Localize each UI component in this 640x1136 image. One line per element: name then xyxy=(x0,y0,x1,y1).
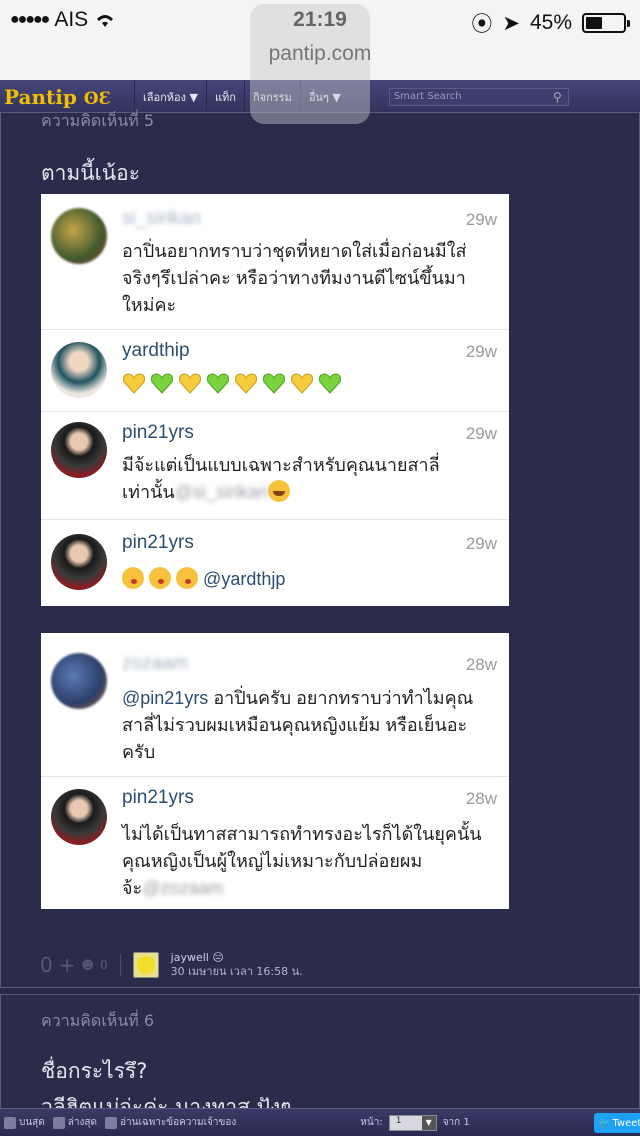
twitter-icon: 🐦 xyxy=(598,1117,611,1129)
vote-score: 0 xyxy=(40,953,53,977)
comment-label: ความคิดเห็นที่ 5 xyxy=(41,111,155,130)
comment-label: ความคิดเห็นที่ 6 xyxy=(41,1011,155,1030)
smile-icon: 😑 xyxy=(212,951,224,964)
pagination: หน้า: 1 จาก 1 xyxy=(360,1114,470,1131)
rotation-lock-icon: ⦿ xyxy=(471,13,493,36)
poster-name[interactable]: jaywell xyxy=(171,951,209,964)
page: ●●●●● AIS 21:19 ⦿ ➤ 45% pantip.com Panti… xyxy=(0,0,640,1136)
avatar xyxy=(51,342,107,398)
comment-text: ตามนี้เน้อะ xyxy=(41,161,141,185)
hearts-emoji xyxy=(122,372,342,394)
arrow-up-icon xyxy=(4,1116,16,1129)
nav-tags[interactable]: แท็ก xyxy=(205,79,244,114)
list-item: si_sirikan 29w อาปิ่นอยากทราบว่าชุดที่หย… xyxy=(41,194,509,330)
kiss-emoji xyxy=(176,567,199,589)
list-item: pin21yrs 28w ไม่ได้เป็นทาสสามารถทำทรงอะไ… xyxy=(41,777,509,909)
arrow-down-icon xyxy=(52,1116,65,1129)
search-icon[interactable]: ⚲ xyxy=(553,90,568,104)
timestamp: 30 เมษายน เวลา 16:58 น. xyxy=(170,965,303,978)
instagram-screenshot-1: si_sirikan 29w อาปิ่นอยากทราบว่าชุดที่หย… xyxy=(41,194,509,606)
list-item: pin21yrs 29w @yardthjp xyxy=(41,520,509,606)
list-item: zozaam 28w @pin21yrs อาปิ่นครับ อยากทราบ… xyxy=(41,633,509,777)
comment-5-footer: 0 + ☻ 0 jaywell 😑 30 เมษายน เวลา 16:58 น… xyxy=(40,948,303,982)
avatar[interactable] xyxy=(132,952,159,978)
scroll-bottom-button[interactable]: ล่างสุด xyxy=(49,1115,101,1130)
emotion-icon[interactable]: ☻ xyxy=(82,958,95,972)
avatar xyxy=(51,422,107,478)
emotion-count: 0 xyxy=(100,958,108,972)
kiss-emoji xyxy=(122,567,144,589)
kiss-emoji xyxy=(149,567,172,589)
filter-icon xyxy=(105,1116,118,1129)
search-input[interactable]: Smart Search ⚲ xyxy=(388,87,569,106)
poster-info: jaywell 😑 30 เมษายน เวลา 16:58 น. xyxy=(171,951,303,979)
page-select[interactable]: 1 xyxy=(388,1114,437,1131)
battery-icon xyxy=(582,13,630,33)
avatar xyxy=(51,208,107,264)
grin-emoji xyxy=(268,480,291,502)
comment-5: ความคิดเห็นที่ 5 ตามนี้เน้อะ si_sirikan … xyxy=(0,111,640,988)
avatar xyxy=(51,653,107,709)
tweet-button[interactable]: 🐦 Tweet xyxy=(594,1113,640,1133)
comment-text: ชื่อกระไรรึ? xyxy=(41,1059,148,1083)
list-item: yardthip 29w xyxy=(41,330,509,412)
instagram-screenshot-2: zozaam 28w @pin21yrs อาปิ่นครับ อยากทราบ… xyxy=(41,633,509,909)
battery-percent: 45% xyxy=(529,11,572,34)
location-icon: ➤ xyxy=(502,11,520,35)
scroll-top-button[interactable]: บนสุด xyxy=(0,1115,49,1130)
avatar xyxy=(51,789,107,845)
avatar xyxy=(51,534,107,590)
pantip-logo[interactable]: Pantip ʘƐ xyxy=(0,85,134,109)
bottom-toolbar: บนสุด ล่างสุด อ่านเฉพาะข้อความเจ้าของ หน… xyxy=(0,1108,640,1136)
plus-button[interactable]: + xyxy=(59,953,76,977)
list-item: pin21yrs 29w มีจ้ะแต่เป็นแบบเฉพาะสำหรับค… xyxy=(41,412,509,520)
touch-overlay xyxy=(250,4,370,124)
owner-only-button[interactable]: อ่านเฉพาะข้อความเจ้าของ xyxy=(101,1115,240,1130)
